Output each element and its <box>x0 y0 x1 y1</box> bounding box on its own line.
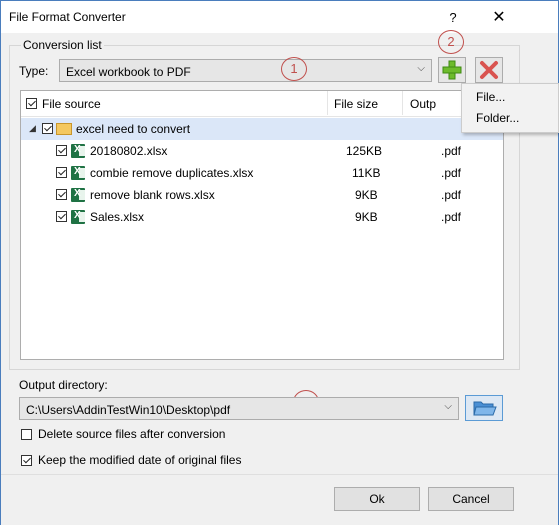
callout-badge: 2 <box>438 30 464 54</box>
add-dropdown-menu: File... Folder... <box>461 83 559 133</box>
callout-badge: 1 <box>281 57 307 81</box>
chevron-down-icon: ⌵ <box>417 63 425 74</box>
output-directory-value: C:\Users\AddinTestWin10\Desktop\pdf <box>26 403 231 417</box>
column-output[interactable]: Outp <box>410 97 436 111</box>
chevron-down-icon: ⌵ <box>444 401 452 412</box>
title-bar: File Format Converter ? ✕ <box>1 1 558 33</box>
remove-button[interactable] <box>475 57 503 83</box>
table-row[interactable]: combie remove duplicates.xlsx 11KB .pdf <box>21 162 503 184</box>
select-all-checkbox[interactable] <box>26 98 37 109</box>
cancel-button[interactable]: Cancel <box>428 487 514 511</box>
type-dropdown[interactable]: Excel workbook to PDF ⌵ <box>59 59 432 82</box>
table-row[interactable]: 20180802.xlsx 125KB .pdf <box>21 140 503 162</box>
close-button[interactable]: ✕ <box>487 7 511 29</box>
output-directory-label: Output directory: <box>19 378 108 392</box>
open-folder-icon <box>473 401 497 416</box>
column-file-size[interactable]: File size <box>334 97 378 111</box>
browse-folder-button[interactable] <box>465 395 503 421</box>
dialog-footer: Ok Cancel <box>1 474 558 525</box>
converter-window: File Format Converter ? ✕ Conversion lis… <box>0 0 559 525</box>
file-name: 20180802.xlsx <box>90 144 168 158</box>
output-directory-dropdown[interactable]: C:\Users\AddinTestWin10\Desktop\pdf ⌵ <box>19 397 459 420</box>
ok-button[interactable]: Ok <box>334 487 420 511</box>
file-tree[interactable]: File source File size Outp ◢ excel need … <box>20 90 504 360</box>
file-size: 125KB <box>346 144 383 158</box>
delete-x-icon <box>480 61 498 79</box>
folder-icon <box>56 123 72 135</box>
column-file-source[interactable]: File source <box>42 97 101 111</box>
type-dropdown-value: Excel workbook to PDF <box>66 65 191 79</box>
collapse-arrow-icon[interactable]: ◢ <box>29 123 36 134</box>
file-size: 11KB <box>352 166 381 180</box>
group-label: excel need to convert <box>76 122 191 136</box>
file-output: .pdf <box>441 210 462 224</box>
keep-date-label[interactable]: Keep the modified date of original files <box>38 453 241 467</box>
file-checkbox[interactable] <box>56 145 67 156</box>
file-name: combie remove duplicates.xlsx <box>90 166 254 180</box>
file-checkbox[interactable] <box>56 189 67 200</box>
delete-source-checkbox[interactable] <box>21 429 32 440</box>
file-name: Sales.xlsx <box>90 210 145 224</box>
excel-file-icon <box>71 144 85 158</box>
tree-header: File source File size Outp <box>21 91 503 117</box>
plus-icon <box>442 60 462 80</box>
type-label: Type: <box>19 64 49 78</box>
file-checkbox[interactable] <box>56 211 67 222</box>
add-button[interactable] <box>438 57 466 83</box>
file-checkbox[interactable] <box>56 167 67 178</box>
excel-file-icon <box>71 188 85 202</box>
file-size: 9KB <box>355 210 378 224</box>
conversion-list-label: Conversion list <box>21 38 104 52</box>
file-size: 9KB <box>355 188 378 202</box>
table-row[interactable]: remove blank rows.xlsx 9KB .pdf <box>21 184 503 206</box>
column-separator[interactable] <box>327 91 328 115</box>
keep-date-checkbox[interactable] <box>21 455 32 466</box>
column-separator[interactable] <box>402 91 403 115</box>
excel-file-icon <box>71 210 85 224</box>
help-button[interactable]: ? <box>441 7 465 29</box>
tree-group-row[interactable]: ◢ excel need to convert <box>21 118 503 140</box>
excel-file-icon <box>71 166 85 180</box>
menu-item-folder[interactable]: Folder... <box>476 111 519 125</box>
file-name: remove blank rows.xlsx <box>90 188 215 202</box>
file-output: .pdf <box>441 166 462 180</box>
file-output: .pdf <box>441 144 462 158</box>
group-checkbox[interactable] <box>42 123 53 134</box>
file-output: .pdf <box>441 188 462 202</box>
delete-source-label[interactable]: Delete source files after conversion <box>38 427 225 441</box>
table-row[interactable]: Sales.xlsx 9KB .pdf <box>21 206 503 228</box>
window-title: File Format Converter <box>9 10 126 24</box>
menu-item-file[interactable]: File... <box>476 90 505 104</box>
